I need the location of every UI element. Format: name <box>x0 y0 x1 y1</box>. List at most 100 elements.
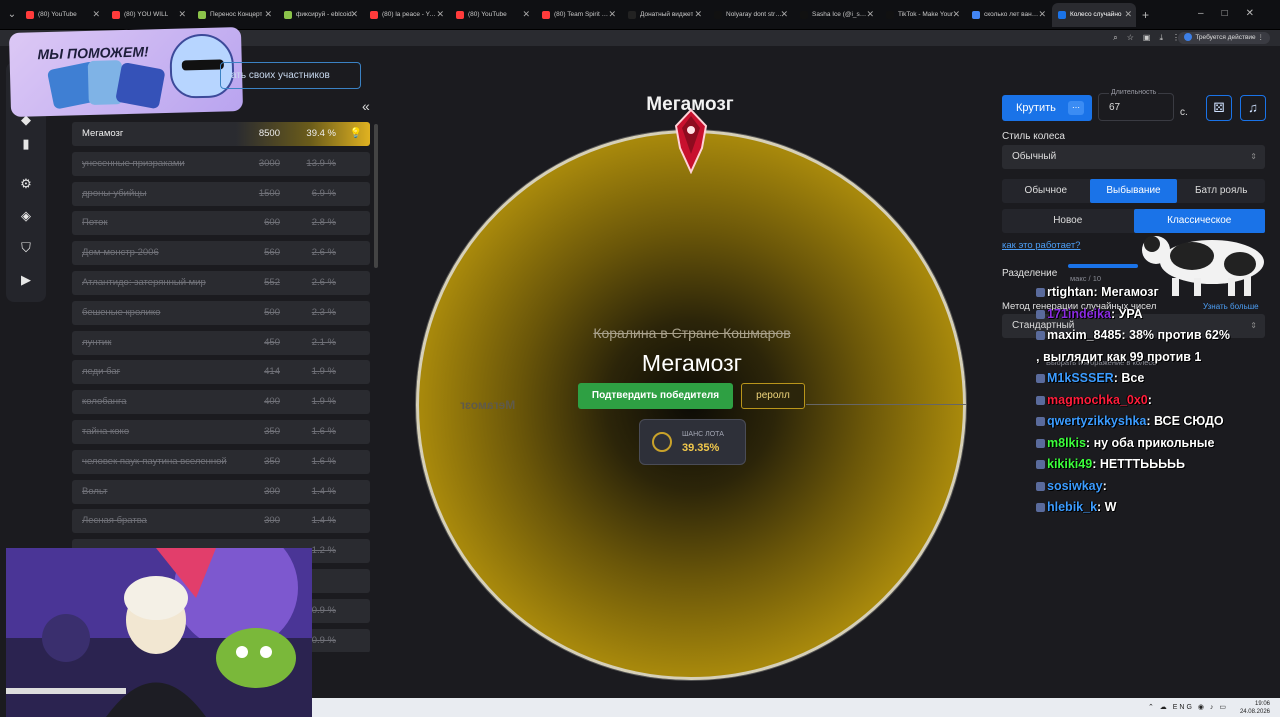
lot-amount: 3000 <box>258 157 280 169</box>
lot-row[interactable]: Поток 600 2.8 % <box>72 211 370 236</box>
tab-close-icon[interactable]: ✕ <box>866 9 874 20</box>
language-indicator[interactable]: ENG <box>1173 704 1194 711</box>
lot-row[interactable]: Лесная братва 300 1.4 % <box>72 509 370 534</box>
tab-favicon-icon <box>972 10 980 19</box>
tab-favicon-icon <box>456 10 464 19</box>
stats-icon[interactable]: ▮ <box>18 136 34 152</box>
browser-tab[interactable]: (80) YouTube ✕ <box>450 3 534 27</box>
browser-tab[interactable]: сколько лет ване р ✕ <box>966 3 1050 27</box>
split-label: Разделение <box>1002 268 1058 279</box>
extension-icon[interactable]: ▣ <box>1143 33 1151 43</box>
dice-icon[interactable]: ⚄ <box>1206 95 1232 121</box>
mode-tabs: Обычное Выбывание Батл рояль <box>1002 179 1265 203</box>
scrollbar[interactable] <box>374 124 378 268</box>
tab-close-icon[interactable]: ✕ <box>178 9 186 20</box>
chat-message: m8lkis: ну оба прикольные <box>1036 433 1280 455</box>
lot-row[interactable]: леди баг 414 1.9 % <box>72 360 370 385</box>
previous-winner: Коралина в Стране Кошмаров <box>593 325 791 341</box>
tab-close-icon[interactable]: ✕ <box>264 9 272 20</box>
tab-list-chevron-icon[interactable]: ⌄ <box>4 9 20 20</box>
action-required-button[interactable]: Требуется действие ⋮ <box>1178 32 1270 44</box>
browser-tab[interactable]: Колесо случайно ✕ <box>1052 2 1136 27</box>
tab-close-icon[interactable]: ✕ <box>952 9 960 20</box>
collapse-panel-icon[interactable]: « <box>362 98 370 114</box>
tab-close-icon[interactable]: ✕ <box>1124 9 1132 20</box>
spin-button[interactable]: Крутить ⋯ <box>1002 95 1092 121</box>
tab-mode-battle-royale[interactable]: Батл рояль <box>1177 179 1265 203</box>
confirm-winner-button[interactable]: Подтвердить победителя <box>578 383 733 409</box>
browser-tab[interactable]: Sasha Ice (@i_sashu ✕ <box>794 3 878 27</box>
download-icon[interactable]: ⤓ <box>1159 33 1163 43</box>
lot-amount: 300 <box>264 485 280 497</box>
music-icon[interactable]: ♫ <box>1240 95 1266 121</box>
add-participants-button[interactable]: ать своих участников <box>220 62 361 89</box>
chat-text: W <box>1104 500 1117 514</box>
browser-tab[interactable]: TikTok - Make Your ✕ <box>880 3 964 27</box>
style-select[interactable]: Обычный ⇕ <box>1002 145 1265 169</box>
lot-row[interactable]: дроны-убийцы 1500 6.9 % <box>72 181 370 206</box>
chat-text: ВСЕ СЮДО <box>1154 414 1224 428</box>
chat-username: qwertyzikkyshka <box>1047 414 1147 428</box>
reroll-button[interactable]: реролл <box>741 383 805 409</box>
lot-row[interactable]: лунтик 450 2.1 % <box>72 330 370 355</box>
lot-row[interactable]: Атлантидо: затерянный мир 552 2.6 % <box>72 270 370 295</box>
tab-mode-normal[interactable]: Обычное <box>1002 179 1090 203</box>
lot-row[interactable]: Дом-монстр 2006 560 2.6 % <box>72 241 370 266</box>
tab-close-icon[interactable]: ✕ <box>780 9 788 20</box>
browser-tab[interactable]: (80) YOU WILL ✕ <box>106 3 190 27</box>
lot-name: Дом-монстр 2006 <box>82 247 159 259</box>
tab-close-icon[interactable]: ✕ <box>436 9 444 20</box>
tab-mode-elimination[interactable]: Выбывание <box>1089 179 1178 203</box>
browser-tab[interactable]: Донатный виджет ✕ <box>622 3 706 27</box>
tab-close-icon[interactable]: ✕ <box>92 9 100 20</box>
search-icon[interactable]: ⌕ <box>1113 33 1117 43</box>
browser-tab[interactable]: Перенос Концерт ✕ <box>192 3 276 27</box>
tab-close-icon[interactable]: ✕ <box>694 9 702 20</box>
system-tray[interactable]: ⌃ ☁ ENG ◉ ♪ ▭ <box>1148 703 1228 711</box>
lot-name: Мегамозг <box>82 128 124 139</box>
chat-text: 38% против 62% <box>1129 328 1230 342</box>
lot-percent: 1.6 % <box>311 425 336 437</box>
lot-chance-card: ШАНС ЛОТА 39.35% <box>639 419 746 465</box>
split-slider[interactable] <box>1068 264 1138 268</box>
lot-row[interactable]: Мегамозг 8500 39.4 % 💡 <box>72 122 370 146</box>
browser-tab[interactable]: Nolyaray dont strea ✕ <box>708 3 792 27</box>
tab-close-icon[interactable]: ✕ <box>608 9 616 20</box>
tab-title: Sasha Ice (@i_sashu <box>812 11 868 18</box>
layers-icon[interactable]: ◈ <box>18 208 34 224</box>
lot-name: лунтик <box>82 336 112 348</box>
lot-row[interactable]: Вольт 300 1.4 % <box>72 479 370 504</box>
browser-tab[interactable]: фиксируй - eblcoid ✕ <box>278 3 362 27</box>
chat-text: Все <box>1121 371 1145 385</box>
window-controls[interactable]: –□✕ <box>1198 8 1272 19</box>
tab-submode-new[interactable]: Новое <box>1002 209 1134 233</box>
new-tab-button[interactable]: + <box>1142 8 1149 22</box>
tab-title: (80) YOU WILL <box>124 11 169 18</box>
winner-name: Мегамозг <box>641 350 743 376</box>
tab-close-icon[interactable]: ✕ <box>350 9 358 20</box>
shield-icon[interactable]: ⛉ <box>18 240 34 256</box>
lot-row[interactable]: бешеные кролико 500 2.3 % <box>72 300 370 325</box>
tab-title: (80) YouTube <box>38 11 77 18</box>
tab-close-icon[interactable]: ✕ <box>522 9 530 20</box>
chat-badge-icon <box>1036 288 1045 298</box>
how-it-works-link[interactable]: как это работает? <box>1002 240 1080 251</box>
lot-row[interactable]: колобанга 400 1.9 % <box>72 390 370 415</box>
browser-tab[interactable]: (80) YouTube ✕ <box>20 3 104 27</box>
browser-tab[interactable]: (80) la peace - YouT ✕ <box>364 3 448 27</box>
tab-title: Колесо случайно <box>1070 11 1122 18</box>
browser-tab[interactable]: (80) Team Spirit - Yo ✕ <box>536 3 620 27</box>
clock[interactable]: 19:06 24.08.2026 <box>1240 700 1270 716</box>
video-icon[interactable]: ▶ <box>18 272 34 288</box>
star-icon[interactable]: ☆ <box>1127 33 1134 43</box>
lot-row[interactable]: унесенные призраками 3000 13.9 % <box>72 151 370 176</box>
chat-badge-icon <box>1036 395 1045 405</box>
duration-field[interactable]: Длительность 67 <box>1098 89 1174 121</box>
lot-row[interactable]: человек паук-паутина вселенной 350 1.6 % <box>72 449 370 474</box>
tab-close-icon[interactable]: ✕ <box>1038 9 1046 20</box>
chat-message: , выглядит как 99 против 1 <box>1036 347 1280 369</box>
chat-username: m8lkis <box>1047 435 1086 450</box>
gear-icon[interactable]: ⚙ <box>18 176 34 192</box>
spin-dropdown-icon[interactable]: ⋯ <box>1068 101 1084 115</box>
lot-row[interactable]: тайна коко 350 1.6 % <box>72 419 370 444</box>
